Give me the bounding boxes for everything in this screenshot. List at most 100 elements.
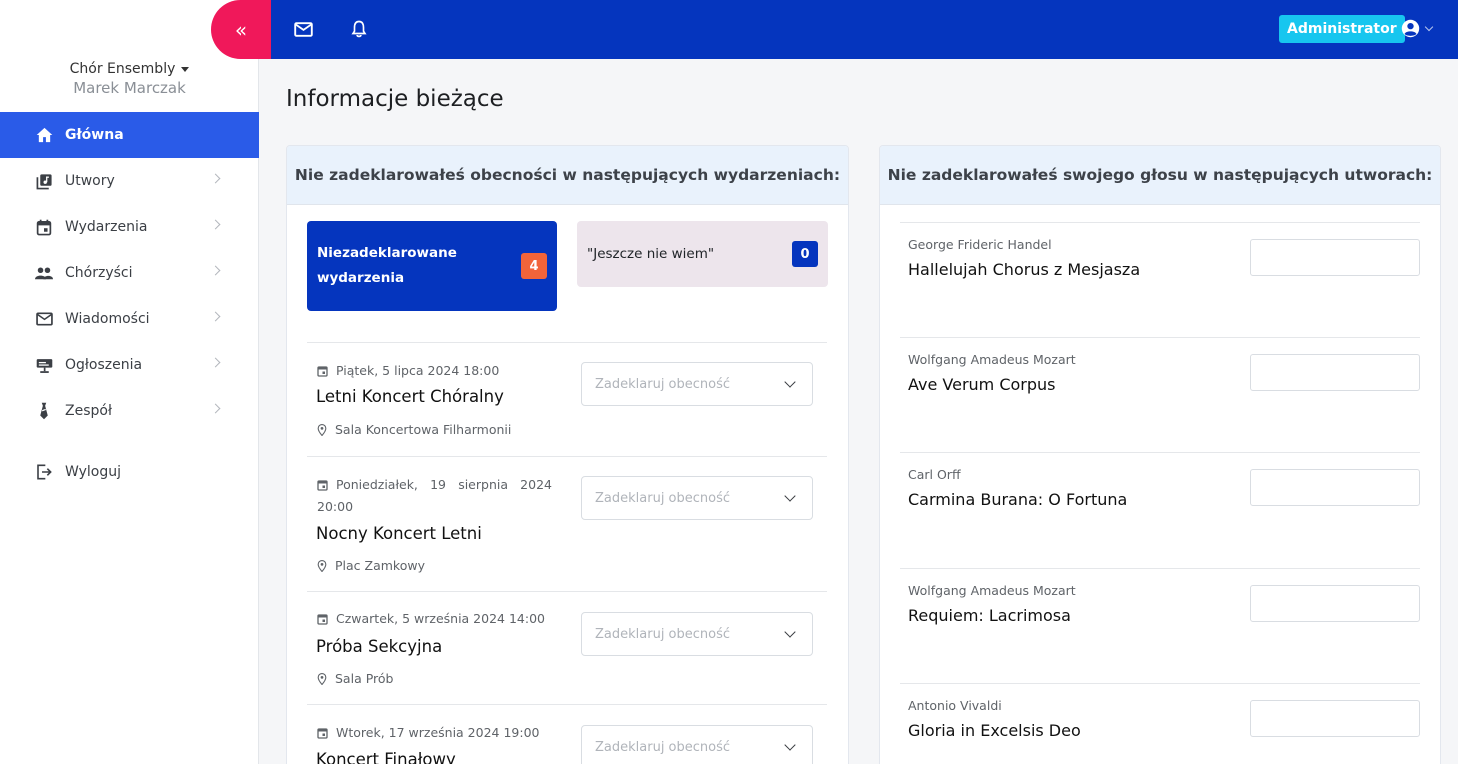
piece-item: Carl Orff Carmina Burana: O Fortuna — [900, 452, 1420, 567]
sidebar-item-label: Utwory — [65, 173, 115, 189]
chevron-right-icon — [210, 311, 221, 322]
sidebar: « Chór Ensembly Marek Marczak Główna Utw… — [0, 0, 271, 764]
double-chevron-left-icon: « — [234, 17, 248, 42]
chevron-down-icon — [1424, 22, 1434, 32]
event-date-text: Poniedziałek, 19 sierpnia 2024 20:00 — [317, 477, 552, 514]
voice-declaration-input[interactable] — [1250, 469, 1420, 506]
calendar-icon — [35, 218, 53, 236]
sidebar-item-glowna[interactable]: Główna — [0, 112, 259, 158]
chevron-right-icon — [210, 173, 221, 184]
location-pin-icon — [317, 559, 327, 572]
sidebar-item-zespol[interactable]: Zespół — [0, 388, 259, 434]
org-dropdown[interactable]: Chór Ensembly — [70, 61, 190, 77]
home-icon — [35, 126, 53, 144]
chevron-right-icon — [210, 219, 221, 230]
event-date: Poniedziałek, 19 sierpnia 2024 20:00 — [317, 474, 552, 518]
voice-declaration-input[interactable] — [1250, 354, 1420, 391]
pieces-card-header: Nie zadeklarowałeś swojego głosu w nastę… — [880, 146, 1440, 205]
attendance-select[interactable]: Zadeklaruj obecność — [581, 362, 813, 406]
library-music-icon — [35, 172, 53, 190]
sidebar-item-ogloszenia[interactable]: Ogłoszenia — [0, 342, 259, 388]
attendance-select-placeholder: Zadeklaruj obecność — [595, 739, 731, 755]
messages-button[interactable] — [292, 19, 314, 39]
event-date: Czwartek, 5 września 2024 14:00 — [317, 608, 552, 630]
event-item: Poniedziałek, 19 sierpnia 2024 20:00 Noc… — [307, 456, 827, 591]
event-place: Sala Prób — [317, 671, 393, 686]
topbar: Administrator — [259, 0, 1458, 59]
chevron-down-icon — [784, 739, 796, 751]
piece-item: George Frideric Handel Hallelujah Chorus… — [900, 222, 1420, 337]
chevron-down-icon — [784, 626, 796, 638]
sidebar-item-label: Zespół — [65, 403, 112, 419]
sidebar-item-chorzysci[interactable]: Chórzyści — [0, 250, 259, 296]
sidebar-item-utwory[interactable]: Utwory — [0, 158, 259, 204]
tile-not-sure-yet[interactable]: "Jeszcze nie wiem" 0 — [577, 221, 828, 287]
chevron-right-icon — [210, 403, 221, 414]
user-menu[interactable] — [1401, 19, 1434, 38]
logout-button[interactable]: Wyloguj — [0, 449, 259, 495]
attendance-select[interactable]: Zadeklaruj obecność — [581, 612, 813, 656]
mail-icon — [35, 310, 53, 328]
piece-title: Ave Verum Corpus — [908, 375, 1056, 394]
sidebar-item-label: Wydarzenia — [65, 219, 148, 235]
role-badge[interactable]: Administrator — [1279, 15, 1405, 43]
collapse-sidebar-button[interactable]: « — [211, 0, 271, 59]
sidebar-item-wydarzenia[interactable]: Wydarzenia — [0, 204, 259, 250]
tile-undeclared-events[interactable]: Niezadeklarowane wydarzenia 4 — [307, 221, 557, 311]
event-date: Piątek, 5 lipca 2024 18:00 — [317, 360, 552, 382]
voice-declaration-input[interactable] — [1250, 585, 1420, 622]
tile-label: "Jeszcze nie wiem" — [587, 246, 715, 262]
people-icon — [35, 264, 53, 282]
piece-composer: Wolfgang Amadeus Mozart — [908, 352, 1076, 367]
piece-composer: Antonio Vivaldi — [908, 698, 1002, 713]
tile-label: Niezadeklarowane wydarzenia — [317, 245, 457, 286]
attendance-select-placeholder: Zadeklaruj obecność — [595, 490, 731, 506]
event-date-text: Wtorek, 17 września 2024 19:00 — [336, 725, 540, 740]
event-title: Letni Koncert Chóralny — [316, 387, 504, 406]
user-name: Marek Marczak — [73, 79, 186, 97]
chevron-right-icon — [210, 357, 221, 368]
event-place-text: Sala Koncertowa Filharmonii — [335, 422, 512, 437]
sidebar-item-label: Główna — [65, 127, 124, 143]
announcement-icon — [35, 356, 53, 374]
attendance-select[interactable]: Zadeklaruj obecność — [581, 476, 813, 520]
sidebar-item-label: Chórzyści — [65, 265, 133, 281]
user-circle-icon — [1401, 19, 1420, 38]
piece-title: Gloria in Excelsis Deo — [908, 721, 1081, 740]
piece-item: Wolfgang Amadeus Mozart Ave Verum Corpus — [900, 337, 1420, 452]
chevron-down-icon — [784, 490, 796, 502]
event-place: Sala Koncertowa Filharmonii — [317, 422, 511, 437]
piece-composer: Carl Orff — [908, 467, 961, 482]
piece-composer: Wolfgang Amadeus Mozart — [908, 583, 1076, 598]
voice-declaration-input[interactable] — [1250, 239, 1420, 276]
event-place-text: Plac Zamkowy — [335, 558, 425, 573]
calendar-icon — [317, 728, 328, 739]
event-date: Wtorek, 17 września 2024 19:00 — [317, 722, 552, 744]
sidebar-item-label: Wiadomości — [65, 311, 150, 327]
chevron-right-icon — [210, 265, 221, 276]
caret-down-icon — [181, 66, 190, 72]
event-title: Próba Sekcyjna — [316, 637, 443, 656]
attendance-select-placeholder: Zadeklaruj obecność — [595, 376, 731, 392]
piece-item: Wolfgang Amadeus Mozart Requiem: Lacrimo… — [900, 568, 1420, 683]
bell-icon — [351, 20, 367, 38]
location-pin-icon — [317, 672, 327, 685]
voice-declaration-input[interactable] — [1250, 700, 1420, 737]
piece-title: Requiem: Lacrimosa — [908, 606, 1071, 625]
mail-icon — [293, 21, 313, 37]
not-sure-count-badge: 0 — [792, 241, 818, 267]
logout-label: Wyloguj — [65, 464, 121, 480]
logout-icon — [35, 463, 53, 481]
org-switcher: Chór Ensembly Marek Marczak — [0, 58, 259, 97]
undeclared-count-badge: 4 — [521, 253, 547, 279]
events-card: Nie zadeklarowałeś obecności w następują… — [286, 145, 849, 764]
piece-composer: George Frideric Handel — [908, 237, 1052, 252]
pieces-card: Nie zadeklarowałeś swojego głosu w nastę… — [879, 145, 1441, 764]
notifications-button[interactable] — [348, 19, 370, 39]
sidebar-item-wiadomosci[interactable]: Wiadomości — [0, 296, 259, 342]
attendance-select[interactable]: Zadeklaruj obecność — [581, 725, 813, 764]
org-name: Chór Ensembly — [69, 61, 176, 77]
attendance-select-placeholder: Zadeklaruj obecność — [595, 626, 731, 642]
piece-title: Hallelujah Chorus z Mesjasza — [908, 260, 1141, 279]
